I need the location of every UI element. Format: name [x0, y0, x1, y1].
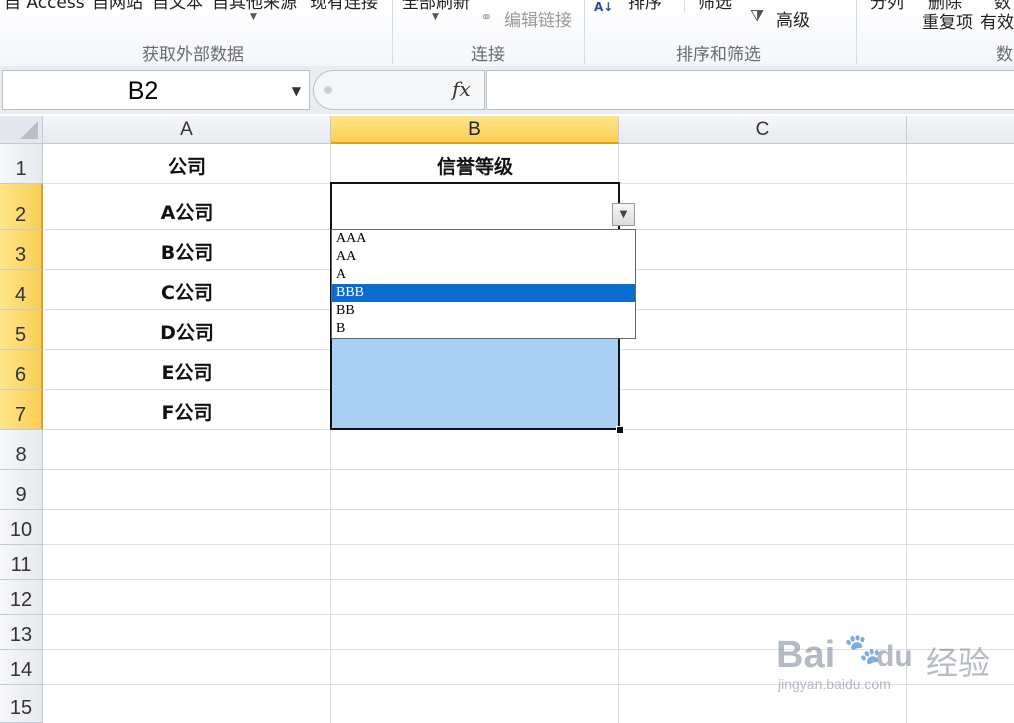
cell-a6[interactable]: E公司 — [43, 350, 331, 390]
select-all-corner[interactable] — [0, 116, 43, 144]
validation-dropdown-list: AAA AA A BBB BB B — [331, 229, 636, 339]
watermark-url: jingyan.baidu.com — [778, 676, 891, 692]
ribbon-text-to-columns[interactable]: 分列 — [870, 0, 904, 13]
group-label-sort-filter: 排序和筛选 — [676, 45, 761, 65]
group-separator — [856, 0, 857, 64]
sort-az-icon[interactable]: A↓ — [594, 0, 613, 14]
gridline — [43, 579, 1014, 580]
formula-controls: fx — [313, 70, 485, 110]
watermark-brand: Bai — [776, 634, 836, 676]
gridline — [43, 509, 1014, 510]
ribbon-from-web[interactable]: 自网站 — [92, 0, 143, 13]
chevron-down-icon[interactable]: ▼ — [292, 71, 301, 111]
row-header-1[interactable]: 1 — [0, 144, 43, 184]
dropdown-option[interactable]: B — [332, 320, 635, 338]
dropdown-arrow-button[interactable]: ▼ — [612, 203, 635, 226]
row-header-13[interactable]: 13 — [0, 615, 43, 650]
baidu-jingyan-watermark: Bai 🐾 du 经验 jingyan.baidu.com — [776, 632, 1006, 722]
watermark-sub: 经验 — [926, 644, 991, 682]
fill-handle[interactable] — [616, 426, 624, 434]
cell-a7[interactable]: F公司 — [43, 390, 331, 430]
ribbon-sort[interactable]: 排序 — [628, 0, 662, 13]
row-header-3[interactable]: 3 — [0, 230, 43, 270]
row-header-4[interactable]: 4 — [0, 270, 43, 310]
column-header-b[interactable]: B — [331, 116, 619, 144]
group-label-data-tools: 数 — [996, 45, 1013, 65]
row-header-14[interactable]: 14 — [0, 650, 43, 685]
ribbon: 自 Access 自网站 自文本 自其他来源 ▼ 现有连接 全部刷新 ▼ ⚭ 编… — [0, 0, 1014, 67]
cell-a4[interactable]: C公司 — [43, 270, 331, 310]
dropdown-option[interactable]: AA — [332, 248, 635, 266]
edit-links-button[interactable]: 编辑链接 — [504, 6, 572, 31]
row-header-15[interactable]: 15 — [0, 685, 43, 723]
column-header-a[interactable]: A — [43, 116, 331, 144]
advanced-button[interactable]: 高级 — [776, 6, 810, 31]
gridline — [43, 544, 1014, 545]
ribbon-from-access[interactable]: 自 Access — [4, 0, 85, 13]
row-header-2[interactable]: 2 — [0, 184, 43, 230]
dropdown-option-highlighted[interactable]: BBB — [332, 284, 635, 302]
row-header-9[interactable]: 9 — [0, 470, 43, 510]
ribbon-from-text[interactable]: 自文本 — [152, 0, 203, 13]
group-label-connections: 连接 — [471, 45, 505, 65]
row-header-10[interactable]: 10 — [0, 510, 43, 545]
cell-a2[interactable]: A公司 — [43, 184, 331, 230]
row-header-11[interactable]: 11 — [0, 545, 43, 580]
column-header-c[interactable]: C — [619, 116, 907, 144]
name-box-value: B2 — [127, 77, 159, 105]
column-header-d[interactable] — [907, 116, 1014, 144]
gridline — [43, 614, 1014, 615]
dropdown-option[interactable]: BB — [332, 302, 635, 320]
cell-a1[interactable]: 公司 — [43, 144, 331, 184]
row-header-5[interactable]: 5 — [0, 310, 43, 350]
group-label-external-data: 获取外部数据 — [142, 45, 244, 65]
formula-input[interactable] — [486, 70, 1014, 110]
row-header-12[interactable]: 12 — [0, 580, 43, 615]
link-icon: ⚭ — [480, 8, 493, 26]
row-header-6[interactable]: 6 — [0, 350, 43, 390]
dropdown-option[interactable]: AAA — [332, 230, 635, 248]
insert-function-icon[interactable]: fx — [452, 77, 471, 101]
select-all-icon — [20, 121, 38, 139]
row-header-7[interactable]: 7 — [0, 390, 43, 430]
cell-a5[interactable]: D公司 — [43, 310, 331, 350]
chevron-down-icon[interactable]: ▼ — [250, 12, 257, 22]
drag-handle-icon[interactable] — [324, 86, 332, 94]
remove-duplicates-button[interactable]: 重复项 — [922, 8, 973, 33]
dropdown-option[interactable]: A — [332, 266, 635, 284]
gridline — [43, 469, 1014, 470]
name-box[interactable]: B2 ▼ — [2, 70, 310, 110]
ribbon-existing-conn[interactable]: 现有连接 — [310, 0, 378, 13]
divider — [684, 0, 685, 12]
data-validation-button[interactable]: 有效 — [980, 8, 1014, 33]
row-header-8[interactable]: 8 — [0, 430, 43, 470]
chevron-down-icon[interactable]: ▼ — [432, 12, 439, 22]
cell-a3[interactable]: B公司 — [43, 230, 331, 270]
watermark-brand-2: du — [876, 640, 913, 673]
advanced-filter-icon: ⧩ — [750, 6, 765, 25]
cell-b1[interactable]: 信誉等级 — [331, 144, 619, 184]
group-separator — [392, 0, 393, 64]
group-separator — [584, 0, 585, 64]
ribbon-filter[interactable]: 筛选 — [698, 0, 732, 13]
